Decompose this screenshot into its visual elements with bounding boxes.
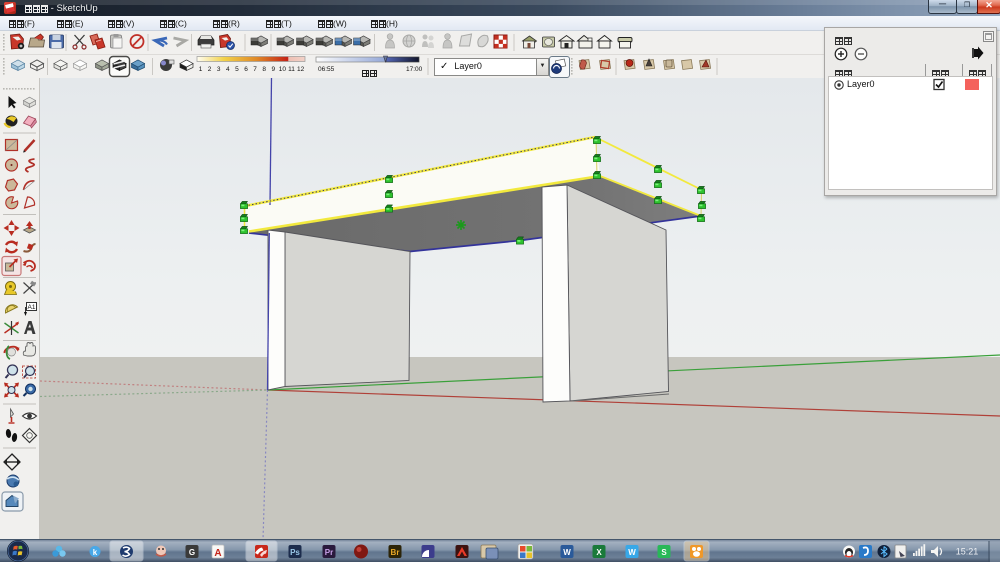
svg-text:15:21: 15:21: [956, 547, 979, 557]
svg-text:A: A: [214, 548, 221, 559]
svg-text:X: X: [596, 548, 602, 557]
svg-text:Pr: Pr: [325, 548, 333, 557]
svg-text:S: S: [661, 548, 667, 557]
svg-text:W: W: [563, 548, 571, 557]
svg-text:k: k: [93, 548, 98, 557]
svg-text:W: W: [628, 548, 636, 557]
svg-text:Ps: Ps: [290, 548, 300, 557]
svg-text:Br: Br: [391, 548, 400, 557]
svg-text:G: G: [189, 548, 195, 557]
svg-text:A1: A1: [28, 304, 36, 311]
